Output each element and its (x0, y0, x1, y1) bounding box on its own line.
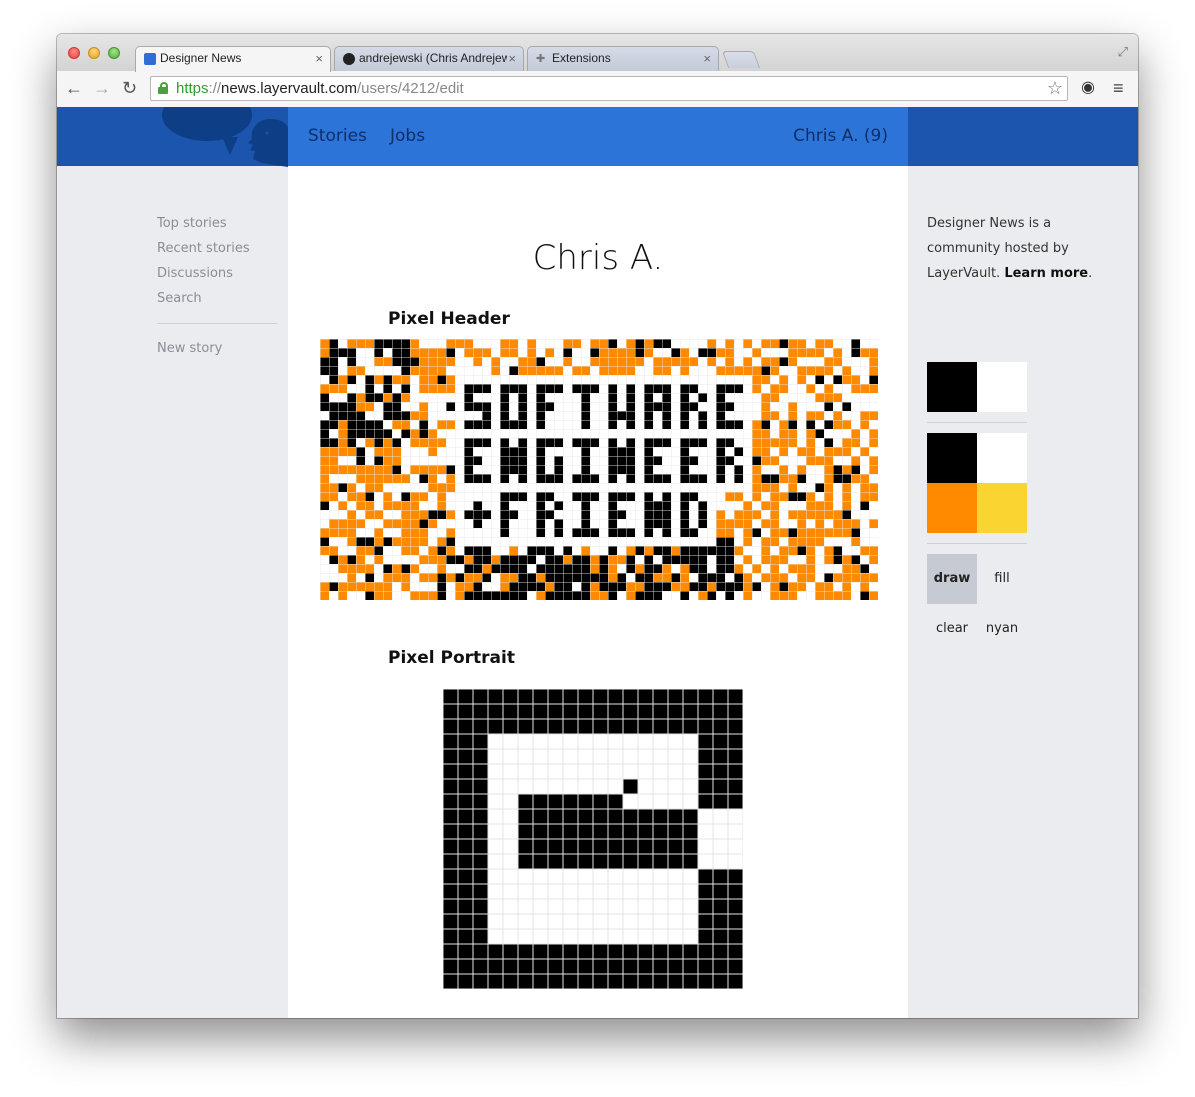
about-blurb: Designer News is a community hosted by L… (927, 211, 1107, 286)
zoom-window-button[interactable] (108, 47, 120, 59)
sidebar-item-recent-stories[interactable]: Recent stories (157, 236, 277, 261)
draw-tool-button[interactable]: draw (927, 554, 977, 604)
close-tab-icon[interactable]: × (703, 47, 711, 70)
pixel-portrait-canvas[interactable] (443, 689, 743, 989)
tab-extensions[interactable]: ✚ Extensions × (527, 46, 719, 71)
url-path: /users/4212/edit (356, 80, 464, 97)
url-separator: :// (208, 80, 222, 97)
bookmark-star-icon[interactable]: ☆ (1047, 77, 1063, 100)
menu-icon[interactable]: ≡ (1113, 78, 1124, 98)
swatch-white-secondary[interactable] (977, 362, 1027, 412)
close-window-button[interactable] (68, 47, 80, 59)
palette-divider (927, 543, 1027, 544)
sidebar-divider (157, 323, 277, 324)
site-nav: Stories Jobs Chris A. (9) (288, 107, 908, 166)
sidebar-item-search[interactable]: Search (157, 286, 277, 311)
close-tab-icon[interactable]: × (508, 47, 516, 70)
sidebar-item-top-stories[interactable]: Top stories (157, 211, 277, 236)
swatch-black-primary[interactable] (927, 362, 977, 412)
sidebar-nav: Top stories Recent stories Discussions S… (157, 211, 277, 361)
tab-github[interactable]: andrejewski (Chris Andrejewski) × (334, 46, 524, 71)
fill-tool-button[interactable]: fill (977, 554, 1027, 604)
tab-strip: Designer News × andrejewski (Chris Andre… (57, 34, 1138, 72)
github-favicon (343, 53, 355, 65)
back-arrow-icon[interactable]: ← (65, 78, 83, 98)
page-title: Chris A. (532, 238, 664, 278)
new-tab-button[interactable] (721, 51, 761, 68)
swatch-orange[interactable] (927, 483, 977, 533)
browser-toolbar: ← → ↻ https://news.layervault.com/users/… (57, 71, 1138, 108)
site-header: Stories Jobs Chris A. (9) (57, 107, 1138, 167)
fullscreen-icon[interactable]: ⤢ (1118, 44, 1128, 60)
address-bar[interactable]: https://news.layervault.com/users/4212/e… (150, 76, 1068, 101)
pixel-header-title: Pixel Header (388, 309, 510, 329)
about-end: . (1088, 266, 1093, 281)
nyan-button[interactable]: nyan (977, 604, 1027, 654)
lock-icon (158, 82, 168, 94)
designer-news-favicon (144, 53, 156, 65)
designer-news-logo[interactable] (152, 107, 292, 167)
forward-arrow-icon[interactable]: → (93, 78, 111, 98)
learn-more-link[interactable]: Learn more (1004, 266, 1088, 281)
swatch-white[interactable] (977, 433, 1027, 483)
browser-window: Designer News × andrejewski (Chris Andre… (57, 34, 1138, 1018)
url-host: news.layervault.com (221, 80, 357, 97)
puzzle-piece-icon: ✚ (536, 53, 546, 65)
palette-divider (927, 422, 1027, 423)
tab-title: Extensions (552, 51, 611, 65)
swatch-yellow[interactable] (977, 483, 1027, 533)
nav-stories-link[interactable]: Stories (308, 126, 367, 146)
tab-designer-news[interactable]: Designer News × (135, 46, 331, 72)
sidebar-item-new-story[interactable]: New story (157, 336, 277, 361)
main-content: Chris A. Pixel Header Pixel Portrait (288, 166, 908, 1018)
clear-button[interactable]: clear (927, 604, 977, 654)
nav-jobs-link[interactable]: Jobs (390, 126, 425, 146)
nav-user-link[interactable]: Chris A. (9) (793, 126, 888, 146)
extension-icon[interactable]: ◉ (1081, 79, 1095, 97)
minimize-window-button[interactable] (88, 47, 100, 59)
reload-icon[interactable]: ↻ (122, 78, 137, 98)
close-tab-icon[interactable]: × (315, 47, 323, 70)
sidebar-item-discussions[interactable]: Discussions (157, 261, 277, 286)
tab-title: andrejewski (Chris Andrejewski) (359, 51, 507, 65)
page: Stories Jobs Chris A. (9) Top stories Re… (57, 107, 1138, 1018)
url-scheme: https (176, 80, 209, 97)
pixel-portrait-title: Pixel Portrait (388, 648, 515, 668)
swatch-black[interactable] (927, 433, 977, 483)
pixel-header-canvas[interactable] (320, 339, 878, 600)
tab-title: Designer News (160, 51, 242, 65)
